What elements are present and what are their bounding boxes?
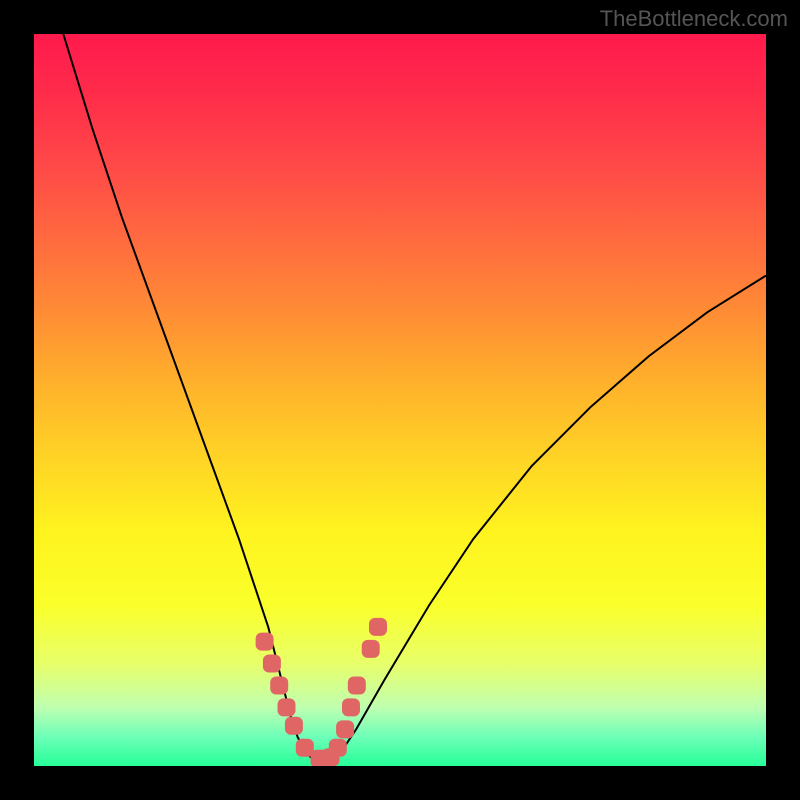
marker-dot: [329, 739, 347, 757]
marker-dot: [278, 698, 296, 716]
chart-plot-area: [34, 34, 766, 766]
marker-dot: [256, 633, 274, 651]
watermark-text: TheBottleneck.com: [600, 6, 788, 32]
marker-dot: [270, 677, 288, 695]
marker-dot: [369, 618, 387, 636]
chart-svg: [34, 34, 766, 766]
bottleneck-curve: [63, 34, 766, 762]
marker-dot: [342, 698, 360, 716]
marker-dot: [285, 717, 303, 735]
marker-dot: [263, 655, 281, 673]
curve-markers: [256, 618, 387, 766]
marker-dot: [348, 677, 366, 695]
marker-dot: [336, 720, 354, 738]
marker-dot: [362, 640, 380, 658]
